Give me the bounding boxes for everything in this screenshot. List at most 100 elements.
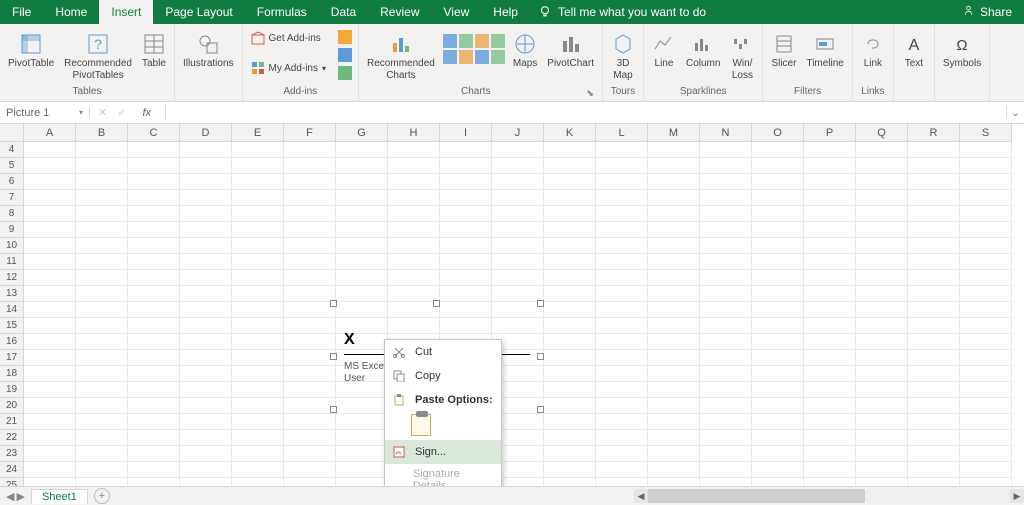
cell[interactable] — [76, 190, 128, 206]
cell[interactable] — [700, 142, 752, 158]
cell[interactable] — [648, 238, 700, 254]
cell[interactable] — [648, 446, 700, 462]
sheet-tab[interactable]: Sheet1 — [31, 489, 88, 504]
cell[interactable] — [76, 222, 128, 238]
cell[interactable] — [700, 318, 752, 334]
cell[interactable] — [180, 430, 232, 446]
scroll-left-icon[interactable]: ◀ — [634, 489, 648, 503]
cell[interactable] — [700, 302, 752, 318]
cell[interactable] — [700, 286, 752, 302]
cell[interactable] — [856, 174, 908, 190]
column-header[interactable]: O — [752, 124, 804, 142]
cell[interactable] — [232, 302, 284, 318]
cell[interactable] — [544, 190, 596, 206]
cell[interactable] — [232, 382, 284, 398]
cell[interactable] — [24, 350, 76, 366]
paste-option-button[interactable] — [411, 414, 431, 436]
resize-handle[interactable] — [433, 300, 440, 307]
cell[interactable] — [648, 302, 700, 318]
cell[interactable] — [440, 206, 492, 222]
cell[interactable] — [960, 382, 1012, 398]
name-box[interactable]: Picture 1 ▾ — [0, 107, 90, 119]
cell[interactable] — [960, 158, 1012, 174]
row-header[interactable]: 10 — [0, 238, 24, 254]
cell[interactable] — [700, 254, 752, 270]
cell[interactable] — [440, 238, 492, 254]
cell[interactable] — [908, 382, 960, 398]
cell[interactable] — [908, 206, 960, 222]
column-header[interactable]: J — [492, 124, 544, 142]
cell[interactable] — [960, 190, 1012, 206]
cell[interactable] — [24, 430, 76, 446]
column-header[interactable]: S — [960, 124, 1012, 142]
cell[interactable] — [804, 462, 856, 478]
cell[interactable] — [76, 430, 128, 446]
cell[interactable] — [752, 238, 804, 254]
fx-label[interactable]: fx — [136, 107, 157, 119]
cell[interactable] — [752, 206, 804, 222]
cell[interactable] — [908, 430, 960, 446]
scroll-track[interactable] — [648, 489, 1010, 503]
cell[interactable] — [700, 350, 752, 366]
cell[interactable] — [180, 190, 232, 206]
cell[interactable] — [960, 238, 1012, 254]
cell[interactable] — [180, 334, 232, 350]
row-header[interactable]: 19 — [0, 382, 24, 398]
cell[interactable] — [24, 222, 76, 238]
cell[interactable] — [908, 158, 960, 174]
cell[interactable] — [960, 366, 1012, 382]
cell[interactable] — [180, 366, 232, 382]
cell[interactable] — [596, 462, 648, 478]
cell[interactable] — [284, 142, 336, 158]
tab-help[interactable]: Help — [481, 0, 530, 24]
cell[interactable] — [752, 158, 804, 174]
cell[interactable] — [752, 462, 804, 478]
cell[interactable] — [284, 334, 336, 350]
cell[interactable] — [180, 206, 232, 222]
column-header[interactable]: F — [284, 124, 336, 142]
cell[interactable] — [128, 302, 180, 318]
row-header[interactable]: 17 — [0, 350, 24, 366]
cell[interactable] — [648, 174, 700, 190]
cell[interactable] — [24, 414, 76, 430]
cell[interactable] — [180, 382, 232, 398]
cell[interactable] — [544, 174, 596, 190]
cell[interactable] — [596, 334, 648, 350]
people-icon[interactable] — [338, 48, 352, 62]
cell[interactable] — [180, 414, 232, 430]
cell[interactable] — [544, 206, 596, 222]
cell[interactable] — [544, 430, 596, 446]
cell[interactable] — [752, 270, 804, 286]
cell[interactable] — [856, 286, 908, 302]
tab-insert[interactable]: Insert — [99, 0, 153, 24]
row-header[interactable]: 6 — [0, 174, 24, 190]
cell[interactable] — [24, 206, 76, 222]
cell[interactable] — [492, 206, 544, 222]
cell[interactable] — [336, 238, 388, 254]
cell[interactable] — [128, 254, 180, 270]
cell[interactable] — [336, 142, 388, 158]
cell[interactable] — [856, 414, 908, 430]
cell[interactable] — [596, 238, 648, 254]
resize-handle[interactable] — [330, 300, 337, 307]
illustrations-button[interactable]: Illustrations — [181, 30, 236, 72]
cell[interactable] — [648, 366, 700, 382]
cell[interactable] — [856, 302, 908, 318]
cell[interactable] — [856, 334, 908, 350]
cell[interactable] — [388, 174, 440, 190]
cell[interactable] — [596, 414, 648, 430]
cell[interactable] — [284, 462, 336, 478]
cell[interactable] — [24, 270, 76, 286]
resize-handle[interactable] — [330, 353, 337, 360]
row-header[interactable]: 25 — [0, 478, 24, 486]
pivottable-button[interactable]: PivotTable — [6, 30, 56, 72]
cell[interactable] — [24, 334, 76, 350]
cell[interactable] — [388, 222, 440, 238]
cell[interactable] — [284, 398, 336, 414]
row-header[interactable]: 21 — [0, 414, 24, 430]
cell[interactable] — [856, 462, 908, 478]
row-header[interactable]: 23 — [0, 446, 24, 462]
cell[interactable] — [128, 366, 180, 382]
cell[interactable] — [544, 222, 596, 238]
cell[interactable] — [960, 478, 1012, 486]
